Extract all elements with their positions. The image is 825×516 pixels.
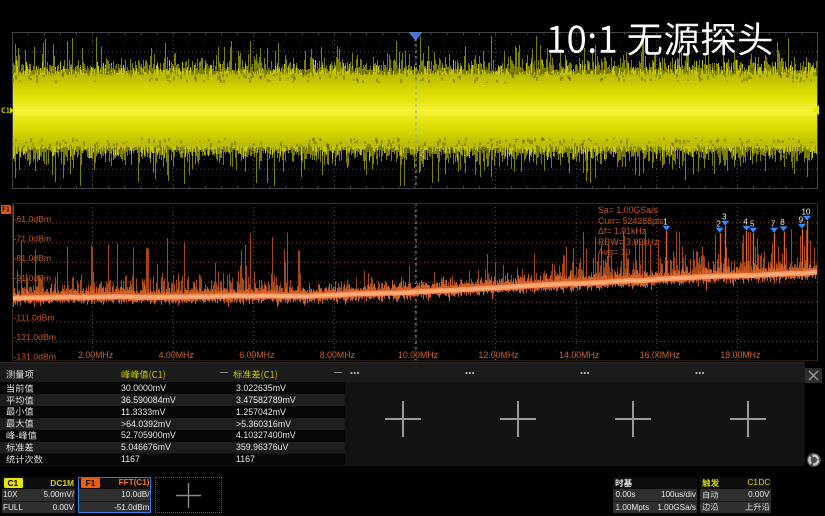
svg-text:18.00MHz: 18.00MHz (720, 350, 760, 360)
svg-text:3: 3 (722, 213, 727, 222)
svg-text:2: 2 (716, 220, 721, 229)
svg-text:10.00MHz: 10.00MHz (398, 350, 438, 360)
svg-text:-91.0dBm: -91.0dBm (14, 273, 52, 283)
svg-text:2.00MHz: 2.00MHz (78, 350, 113, 360)
svg-text:7: 7 (771, 220, 776, 229)
svg-text:-111.0dBm: -111.0dBm (14, 312, 55, 322)
svg-text:8: 8 (780, 218, 785, 227)
svg-text:-71.0dBm: -71.0dBm (14, 234, 52, 244)
svg-text:16.00MHz: 16.00MHz (640, 350, 680, 360)
svg-text:-81.0dBm: -81.0dBm (14, 253, 52, 263)
svg-text:4: 4 (743, 218, 748, 227)
svg-text:1: 1 (663, 218, 668, 227)
svg-text:4.00MHz: 4.00MHz (159, 350, 194, 360)
svg-text:6.00MHz: 6.00MHz (239, 350, 274, 360)
svg-text:12.00MHz: 12.00MHz (479, 350, 519, 360)
svg-text:10: 10 (802, 208, 811, 217)
svg-text:8.00MHz: 8.00MHz (320, 350, 355, 360)
svg-text:-121.0dBm: -121.0dBm (14, 332, 57, 342)
svg-text:-61.0dBm: -61.0dBm (14, 214, 52, 224)
svg-text:14.00MHz: 14.00MHz (559, 350, 599, 360)
svg-text:9: 9 (799, 216, 804, 225)
svg-text:-131.0dBm: -131.0dBm (14, 352, 57, 361)
svg-text:5: 5 (750, 220, 755, 229)
